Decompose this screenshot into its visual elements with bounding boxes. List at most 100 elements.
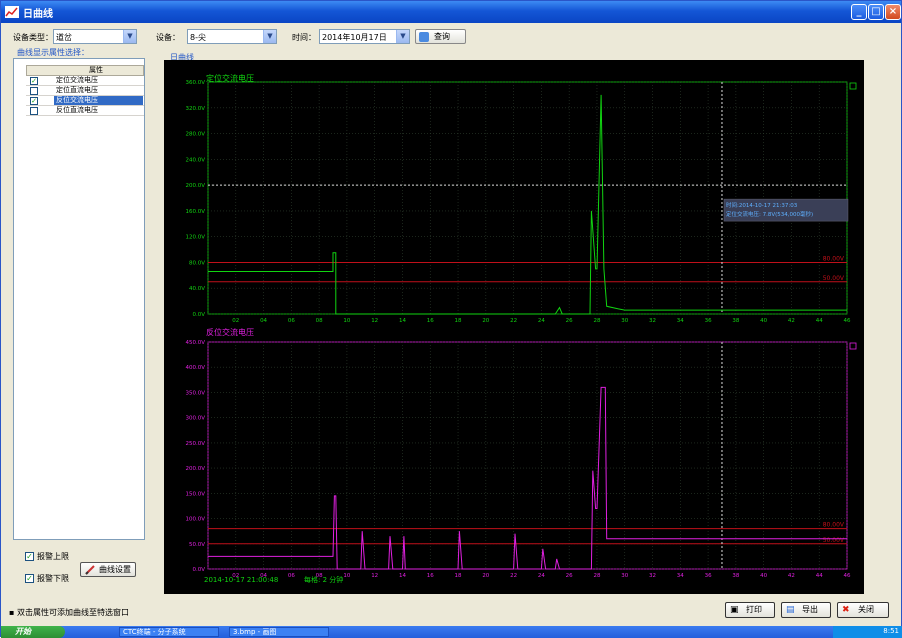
x-tick-label: 28 [593, 318, 600, 324]
property-row[interactable]: ✓ 定位交流电压 [26, 76, 144, 86]
system-tray: 8:51 [833, 626, 902, 638]
property-row[interactable]: 定位直流电压 [26, 86, 144, 96]
tooltip-line: 定位交流电压: 7.8V(534,000毫秒) [726, 210, 813, 218]
chart-area: 定位交流电压 0.0V 40.0V 80.0V 120.0V 160.0V 200.0V 24… [164, 60, 864, 594]
close-button[interactable]: ✖ 关闭 [837, 602, 889, 618]
x-tick-label: 46 [844, 573, 851, 579]
x-tick-label: 04 [260, 318, 267, 324]
panel-toggle-icon [849, 342, 857, 350]
x-tick-label: 16 [427, 318, 434, 324]
x-tick-label: 24 [538, 573, 545, 579]
export-button[interactable]: ▤ 导出 [781, 602, 831, 618]
query-button[interactable]: 查询 [415, 29, 466, 44]
check-icon: ✓ [25, 552, 34, 561]
property-row[interactable]: 反位直流电压 [26, 106, 144, 116]
x-tick-label: 36 [705, 318, 712, 324]
print-button[interactable]: ▣ 打印 [725, 602, 775, 618]
alarm-upper-checkbox[interactable]: ✓ 报警上限 [25, 551, 69, 562]
curve-settings-button[interactable]: 曲线设置 [80, 562, 136, 577]
clock: 8:51 [883, 627, 899, 635]
alarm-lower-checkbox[interactable]: ✓ 报警下限 [25, 573, 69, 584]
chart-canvas[interactable]: 定位交流电压0.0V40.0V80.0V120.0V160.0V200.0V24… [164, 60, 864, 594]
close-window-button[interactable]: × [885, 4, 901, 20]
lower-limit-label: 50.00V [823, 537, 845, 544]
y-tick-label: 0.0V [192, 312, 205, 318]
hint-text: ▪ 双击属性可添加曲线至特选窗口 [9, 608, 129, 617]
x-tick-label: 12 [371, 318, 378, 324]
title-bar[interactable]: 日曲线 _ □ × [1, 1, 901, 23]
chevron-down-icon[interactable]: ▼ [123, 30, 136, 43]
x-tick-label: 20 [482, 318, 489, 324]
date-picker[interactable]: 2014年10月17日 ▼ [319, 29, 410, 44]
upper-limit-label: 80.00V [823, 522, 845, 529]
hint-label: 双击属性可添加曲线至特选窗口 [16, 608, 129, 617]
toolbar: 设备类型： 道岔 ▼ 设备： 8-尖 ▼ 时间： 2014年10月17日 ▼ 查… [1, 23, 901, 49]
x-tick-label: 44 [816, 318, 823, 324]
property-checkbox[interactable]: ✓ [30, 77, 38, 85]
x-tick-label: 14 [399, 318, 406, 324]
time-label: 时间： [292, 33, 316, 42]
device-label: 设备： [156, 33, 180, 42]
start-button[interactable]: 开始 [1, 626, 65, 638]
x-tick-label: 34 [677, 573, 684, 579]
export-icon: ▤ [786, 605, 795, 615]
y-tick-label: 450.0V [185, 340, 205, 346]
x-tick-label: 42 [788, 573, 795, 579]
y-tick-label: 120.0V [185, 235, 205, 241]
taskbar-item[interactable]: 3.bmp - 画图 [229, 627, 329, 637]
device-select[interactable]: 8-尖 ▼ [187, 29, 277, 44]
y-tick-label: 360.0V [185, 80, 205, 86]
x-tick-label: 02 [232, 318, 239, 324]
window-title: 日曲线 [23, 8, 53, 20]
export-label: 导出 [802, 605, 818, 614]
x-tick-label: 10 [343, 318, 350, 324]
maximize-button[interactable]: □ [868, 4, 884, 20]
y-tick-label: 350.0V [185, 390, 205, 396]
print-label: 打印 [746, 605, 762, 614]
device-type-select[interactable]: 道岔 ▼ [53, 29, 137, 44]
lower-limit-label: 50.00V [823, 275, 845, 282]
x-tick-label: 36 [705, 573, 712, 579]
y-tick-label: 300.0V [185, 416, 205, 422]
property-checkbox[interactable] [30, 87, 38, 95]
property-name: 反位直流电压 [56, 106, 98, 114]
close-label: 关闭 [858, 605, 874, 614]
alarm-upper-label: 报警上限 [37, 552, 69, 561]
chart-title: 定位交流电压 [206, 73, 254, 83]
y-tick-label: 40.0V [189, 286, 205, 292]
x-tick-label: 22 [510, 573, 517, 579]
status-step: 每格: 2 分钟 [304, 575, 343, 584]
x-tick-label: 18 [455, 573, 462, 579]
property-checkbox[interactable] [30, 107, 38, 115]
x-tick-label: 32 [649, 318, 656, 324]
plot-frame [207, 341, 848, 570]
property-grid: 属性 ✓ 定位交流电压 定位直流电压 ✓ 反位交流电压 反位直流电压 [26, 65, 144, 116]
property-checkbox[interactable]: ✓ [30, 97, 38, 105]
chevron-down-icon[interactable]: ▼ [396, 30, 409, 43]
x-tick-label: 24 [538, 318, 545, 324]
taskbar-item[interactable]: CTC终端 - 分子系统 [119, 627, 219, 637]
device-value: 8-尖 [190, 33, 206, 42]
y-tick-label: 200.0V [185, 466, 205, 472]
x-tick-label: 10 [343, 573, 350, 579]
status-time: 2014-10-17 21:00:48 [204, 576, 278, 584]
y-tick-label: 150.0V [185, 491, 205, 497]
app-window: 日曲线 _ □ × 设备类型： 道岔 ▼ 设备： 8-尖 ▼ 时间： 2014年… [0, 0, 902, 638]
minimize-button[interactable]: _ [851, 4, 867, 20]
y-tick-label: 200.0V [185, 183, 205, 189]
x-tick-label: 06 [288, 573, 295, 579]
series-line [208, 386, 847, 570]
chevron-down-icon[interactable]: ▼ [263, 30, 276, 43]
date-value: 2014年10月17日 [322, 33, 387, 42]
y-tick-label: 320.0V [185, 106, 205, 112]
property-row[interactable]: ✓ 反位交流电压 [26, 96, 144, 106]
x-tick-label: 30 [621, 573, 628, 579]
grid-header: 属性 [26, 65, 144, 76]
x-tick-label: 34 [677, 318, 684, 324]
device-type-label: 设备类型： [13, 33, 53, 42]
alarm-lower-label: 报警下限 [37, 574, 69, 583]
taskbar: 开始 CTC终端 - 分子系统 3.bmp - 画图 8:51 [1, 626, 902, 638]
curve-settings-label: 曲线设置 [99, 565, 131, 574]
pencil-icon [85, 565, 96, 579]
x-tick-label: 14 [399, 573, 406, 579]
